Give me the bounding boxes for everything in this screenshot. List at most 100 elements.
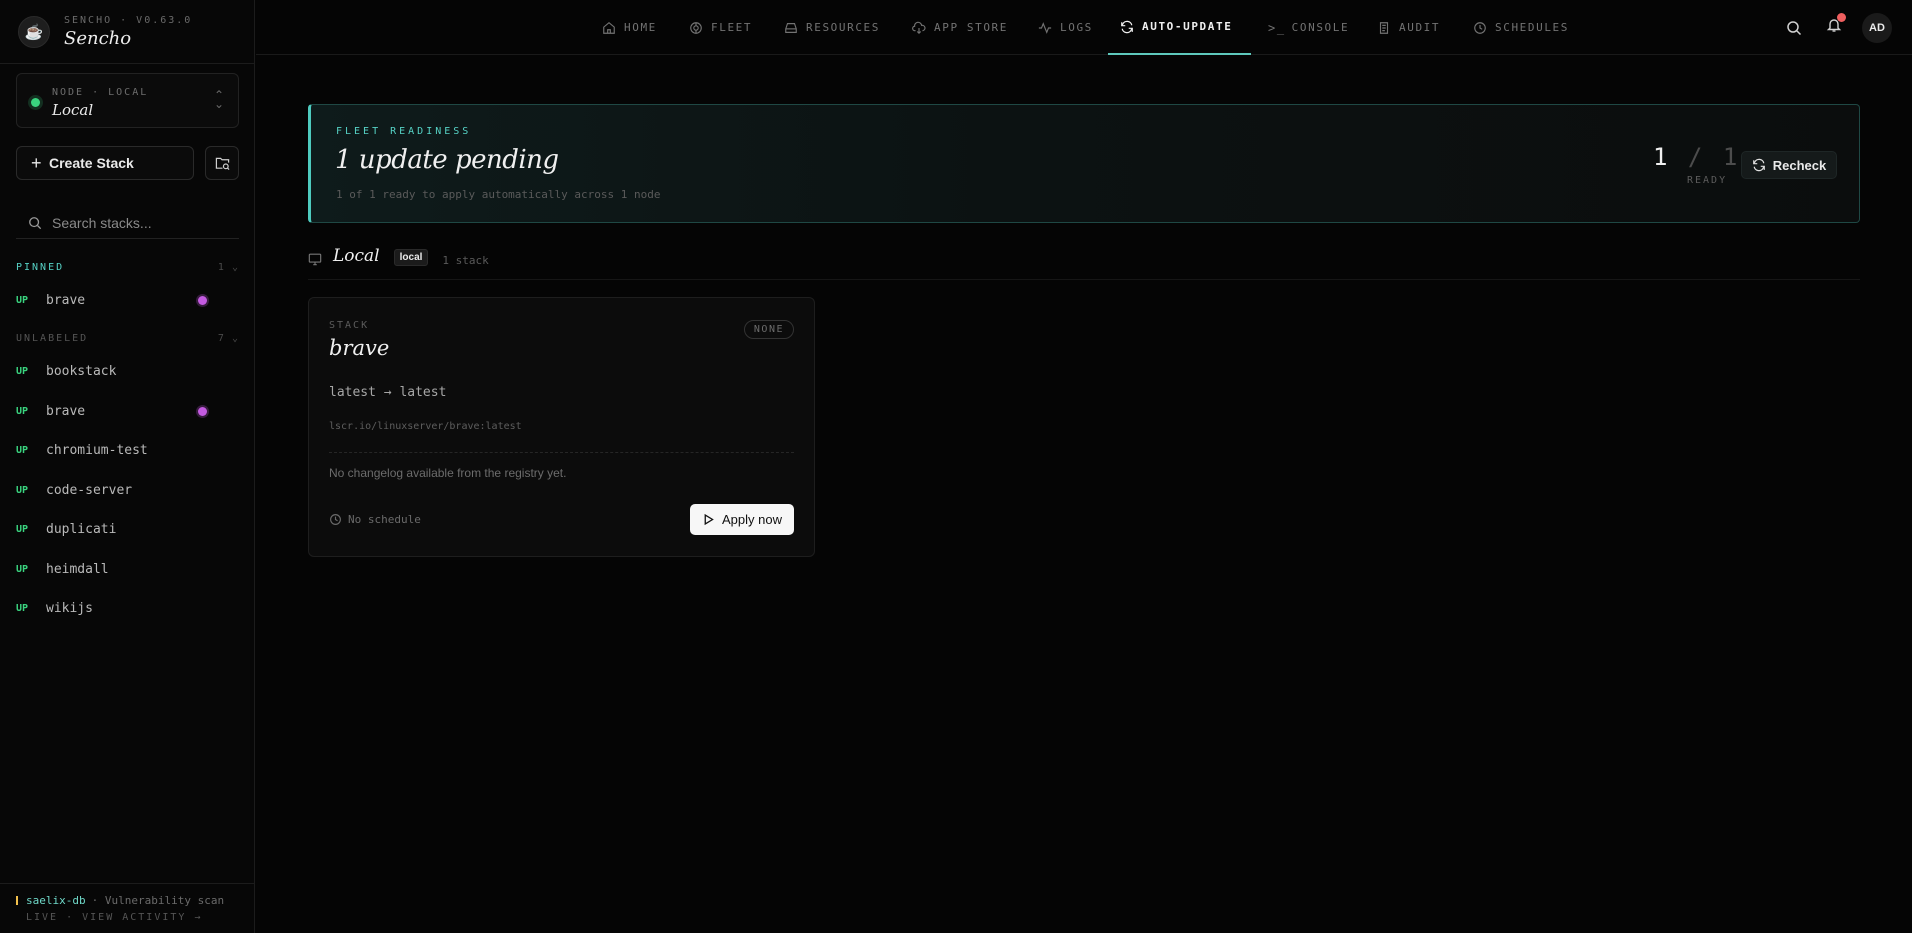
stack-item-duplicati[interactable]: UP duplicati	[16, 517, 239, 541]
search-input[interactable]: Search stacks...	[52, 215, 152, 231]
avatar[interactable]: AD	[1862, 12, 1892, 43]
update-dot	[198, 296, 207, 305]
view-activity-link[interactable]: LIVE · VIEW ACTIVITY →	[26, 912, 239, 923]
tab-label: SCHEDULES	[1495, 21, 1570, 34]
node-stack-count: 1 stack	[442, 254, 489, 267]
readiness-title: 1 update pending	[335, 145, 559, 175]
stack-item-code-server[interactable]: UP code-server	[16, 478, 239, 502]
ready-total: 1	[1722, 143, 1738, 171]
recheck-label: Recheck	[1772, 157, 1827, 173]
activity-indicator	[16, 896, 18, 905]
node-selector[interactable]: NODE · LOCAL Local ⌃ ⌄	[16, 73, 239, 128]
node-selector-name: Local	[52, 101, 94, 119]
stack-item-bookstack[interactable]: UP bookstack	[16, 359, 239, 383]
chevron-up-down-icon: ⌃ ⌄	[213, 88, 224, 111]
status-badge: UP	[16, 444, 29, 456]
sencho-logo-icon[interactable]: ☕	[18, 15, 50, 48]
tab-label: LOGS	[1060, 21, 1093, 34]
update-dot	[198, 407, 207, 416]
group-count: 1 ⌄	[217, 262, 239, 273]
stack-card-name: brave	[329, 336, 390, 360]
tab-home[interactable]: HOME	[602, 0, 657, 55]
ready-value: 1	[1653, 143, 1668, 171]
resources-icon	[785, 22, 797, 33]
brand: ☕ SENCHO · V0.63.0 Sencho	[0, 0, 254, 64]
tab-app-store[interactable]: APP STORE	[912, 0, 1008, 55]
clock-icon	[1474, 21, 1486, 34]
global-search-button[interactable]	[1786, 0, 1802, 55]
app-version: SENCHO · V0.63.0	[64, 14, 193, 26]
tab-label: HOME	[624, 21, 657, 34]
sidebar: ☕ SENCHO · V0.63.0 Sencho NODE · LOCAL L…	[0, 0, 255, 933]
tab-label: RESOURCES	[806, 21, 881, 34]
group-title: PINNED	[16, 262, 65, 273]
user-menu[interactable]: AD	[1862, 0, 1892, 55]
tab-label: AUDIT	[1399, 21, 1441, 34]
status-badge: UP	[16, 523, 29, 535]
tab-console[interactable]: >_ CONSOLE	[1268, 0, 1349, 55]
home-icon	[603, 21, 615, 34]
folder-search-button[interactable]	[205, 146, 239, 180]
node-status-dot	[31, 98, 40, 107]
stack-name: chromium-test	[46, 442, 148, 458]
image-ref: lscr.io/linuxserver/brave:latest	[329, 421, 522, 432]
activity-job: saelix-db	[26, 894, 86, 907]
tab-label: APP STORE	[934, 21, 1009, 34]
top-nav: HOME FLEET RESOURCES APP STORE LOGS AUTO…	[256, 0, 1912, 55]
notifications-button[interactable]	[1826, 0, 1846, 55]
activity-footer[interactable]: saelix-db · Vulnerability scan LIVE · VI…	[0, 883, 255, 933]
changelog-text: No changelog available from the registry…	[329, 466, 567, 480]
tab-resources[interactable]: RESOURCES	[784, 0, 880, 55]
stack-item-chromium-test[interactable]: UP chromium-test	[16, 438, 239, 462]
stack-card-label: STACK	[329, 320, 370, 331]
readiness-subtitle: 1 of 1 ready to apply automatically acro…	[336, 188, 661, 201]
recheck-button[interactable]: Recheck	[1741, 151, 1837, 179]
search-icon	[29, 216, 42, 229]
status-badge: UP	[16, 484, 29, 496]
group-count: 7 ⌄	[217, 333, 239, 344]
node-group-header: Local local 1 stack	[308, 246, 1860, 280]
tab-logs[interactable]: LOGS	[1038, 0, 1093, 55]
create-stack-label: Create Stack	[49, 155, 134, 171]
play-icon	[704, 513, 714, 526]
console-icon: >_	[1268, 20, 1286, 35]
ready-separator: /	[1687, 143, 1703, 171]
tab-label: CONSOLE	[1291, 21, 1350, 34]
stack-name: duplicati	[46, 521, 117, 537]
status-badge: UP	[16, 405, 29, 417]
status-badge: UP	[16, 365, 29, 377]
schedule-info: No schedule	[329, 513, 421, 526]
fleet-readiness-card: FLEET READINESS 1 update pending 1 of 1 …	[308, 104, 1860, 223]
audit-icon	[1379, 21, 1389, 34]
refresh-icon	[1121, 20, 1133, 33]
tab-schedules[interactable]: SCHEDULES	[1473, 0, 1569, 55]
group-title: UNLABELED	[16, 333, 89, 344]
create-stack-button[interactable]: + Create Stack	[16, 146, 194, 180]
stack-item-heimdall[interactable]: UP heimdall	[16, 557, 239, 581]
stack-search[interactable]: Search stacks...	[16, 207, 239, 239]
group-header-pinned[interactable]: PINNED 1 ⌄	[16, 262, 239, 273]
tab-fleet[interactable]: FLEET	[689, 0, 752, 55]
divider	[329, 452, 794, 453]
stack-name: code-server	[46, 482, 133, 498]
notification-badge	[1837, 13, 1846, 22]
stack-item-brave-pinned[interactable]: UP brave	[16, 288, 239, 312]
app-store-icon	[912, 21, 926, 34]
stack-name: wikijs	[46, 600, 93, 616]
ready-count: 1 / 1	[1653, 143, 1737, 171]
plus-icon: +	[31, 153, 42, 173]
apply-now-button[interactable]: Apply now	[690, 504, 794, 535]
stack-name: heimdall	[46, 561, 109, 577]
status-badge: UP	[16, 563, 29, 575]
stack-name: brave	[46, 292, 86, 308]
group-header-unlabeled[interactable]: UNLABELED 7 ⌄	[16, 333, 239, 344]
version-change: latest → latest	[329, 385, 447, 400]
stack-name: bookstack	[46, 363, 117, 379]
stack-item-brave[interactable]: UP brave	[16, 399, 239, 423]
tab-auto-update[interactable]: AUTO-UPDATE	[1108, 0, 1251, 55]
fleet-icon	[690, 21, 702, 34]
app-name: Sencho	[64, 27, 132, 49]
tab-audit[interactable]: AUDIT	[1377, 0, 1440, 55]
ready-word: READY	[1687, 175, 1728, 186]
stack-item-wikijs[interactable]: UP wikijs	[16, 596, 239, 620]
